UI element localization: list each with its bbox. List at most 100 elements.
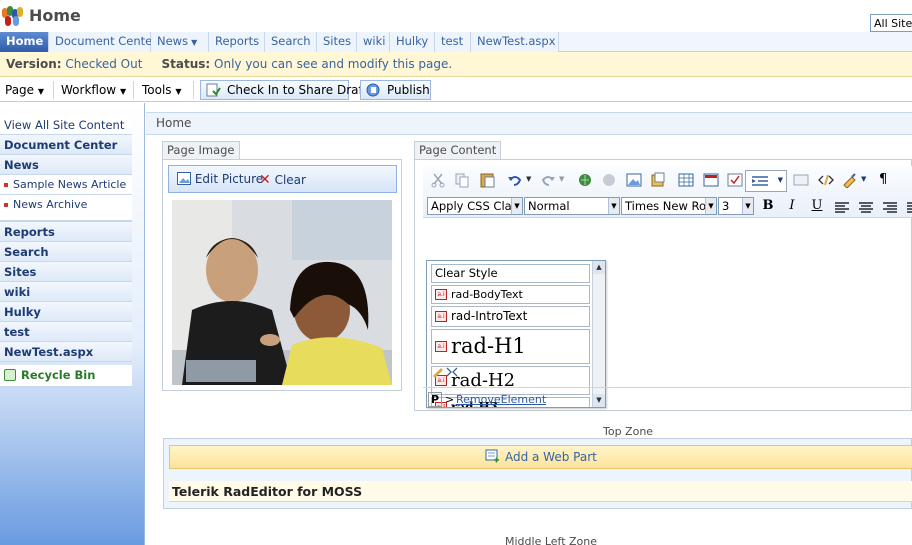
paste-icon[interactable] (479, 172, 497, 188)
view-all-site-content-link[interactable]: View All Site Content (0, 115, 132, 135)
publish-button[interactable]: Publish (360, 80, 431, 100)
sidebar-item-news[interactable]: News (0, 155, 132, 175)
css-class-value: Apply CSS Class (431, 199, 523, 213)
status-tag-p[interactable]: P (428, 392, 443, 407)
paragraph-icon[interactable]: ¶ (879, 172, 887, 187)
sidebar-item-reports[interactable]: Reports (0, 222, 132, 242)
toolbar-divider (53, 81, 54, 99)
css-item-label: rad-H1 (451, 334, 526, 358)
sidebar-item-news-archive[interactable]: News Archive (0, 195, 132, 222)
tab-search[interactable]: Search (265, 32, 317, 52)
dropdown-scrollbar[interactable]: ▲ ▼ (592, 261, 605, 407)
font-size-dropdown[interactable]: 3 ▼ (718, 197, 754, 215)
sidebar-item-search[interactable]: Search (0, 242, 132, 262)
status-label: Status: (161, 57, 211, 71)
recycle-bin-link[interactable]: Recycle Bin (0, 365, 132, 387)
clear-image-button[interactable]: ✕ Clear (259, 172, 306, 188)
image-manager-icon[interactable] (625, 172, 643, 188)
breadcrumb[interactable]: Home (156, 116, 191, 130)
remove-link-icon[interactable] (600, 172, 618, 188)
tab-document-center[interactable]: Document Center (49, 32, 157, 52)
css-item-rad-bodytext[interactable]: a.i rad-BodyText (431, 285, 590, 304)
quick-launch: View All Site Content Document Center Ne… (0, 103, 145, 545)
css-item-rad-introtext[interactable]: a.i rad-IntroText (431, 306, 590, 327)
check-in-label: Check In to Share Draft (227, 83, 368, 97)
page-image-label: Page Image (162, 141, 240, 159)
align-right-icon[interactable] (881, 200, 899, 216)
sidebar-item-document-center[interactable]: Document Center (0, 135, 132, 155)
toolbar-divider (193, 81, 194, 99)
redo-dropdown-chevron-icon[interactable]: ▼ (559, 175, 564, 183)
page-menu[interactable]: Page ▼ (5, 80, 44, 100)
paragraph-style-button[interactable]: ▼ (745, 170, 787, 192)
tab-home[interactable]: Home (0, 32, 49, 52)
horizontal-rule-icon[interactable] (792, 172, 810, 188)
page-image-photo[interactable] (172, 200, 392, 385)
cut-icon[interactable] (429, 172, 447, 188)
align-left-icon[interactable] (833, 200, 851, 216)
tab-test[interactable]: test (435, 32, 471, 52)
css-class-dropdown-list: Clear Style a.i rad-BodyText a.i rad-Int… (426, 260, 606, 408)
recycle-bin-label: Recycle Bin (21, 368, 96, 382)
middle-left-zone-label: Middle Left Zone (505, 535, 598, 545)
bold-icon[interactable]: B (759, 198, 777, 213)
paragraph-style-value: Normal (528, 199, 570, 213)
web-part-title: Telerik RadEditor for MOSS (169, 481, 912, 502)
tab-wiki[interactable]: wiki (357, 32, 390, 52)
css-item-rad-h1[interactable]: a.i rad-H1 (431, 329, 590, 364)
redo-icon[interactable] (539, 172, 557, 188)
insert-form-icon[interactable] (702, 172, 720, 188)
css-style-icon: a.i (435, 289, 447, 300)
css-style-icon: a.i (435, 311, 447, 322)
align-center-icon[interactable] (857, 200, 875, 216)
css-item-clear-style[interactable]: Clear Style (431, 264, 590, 283)
font-name-value: Times New Roma (625, 199, 717, 213)
design-mode-icon[interactable] (431, 364, 461, 378)
remove-element-link[interactable]: RemoveElement (456, 393, 546, 406)
tab-hulky[interactable]: Hulky (390, 32, 435, 52)
format-stripper-chevron-icon[interactable]: ▼ (861, 175, 866, 183)
status-value: Only you can see and modify this page. (214, 57, 453, 71)
sidebar-item-wiki[interactable]: wiki (0, 282, 132, 302)
sidebar-item-sites[interactable]: Sites (0, 262, 132, 282)
version-label: Version: (6, 57, 62, 71)
add-web-part-button[interactable]: Add a Web Part (169, 445, 912, 469)
chevron-down-icon: ▼ (777, 176, 783, 184)
rad-editor-toolbar: ▼ ▼ ▼ ▼ ¶ Apply CSS Class ▼ Normal ▼ Tim… (423, 166, 912, 218)
site-scope-select[interactable]: All Sites (870, 14, 912, 32)
copy-icon[interactable] (453, 172, 471, 188)
top-zone-label: Top Zone (603, 425, 654, 438)
html-view-icon[interactable] (817, 172, 835, 188)
tools-menu[interactable]: Tools ▼ (142, 80, 182, 100)
paragraph-style-dropdown[interactable]: Normal ▼ (524, 197, 620, 215)
font-name-dropdown[interactable]: Times New Roma ▼ (621, 197, 717, 215)
edit-picture-button[interactable]: Edit Picture (177, 172, 263, 186)
tab-newtest[interactable]: NewTest.aspx (471, 32, 559, 52)
sidebar-item-test[interactable]: test (0, 322, 132, 342)
template-icon[interactable] (726, 172, 744, 188)
title-bar: Home All Sites (0, 0, 912, 32)
sidebar-item-sample-news-article[interactable]: Sample News Article (0, 175, 132, 195)
image-toolbar: Edit Picture ✕ Clear (168, 165, 397, 193)
scroll-up-icon[interactable]: ▲ (593, 261, 605, 274)
tab-reports[interactable]: Reports (209, 32, 265, 52)
justify-icon[interactable] (905, 200, 912, 216)
underline-icon[interactable]: U (808, 198, 826, 213)
undo-icon[interactable] (506, 172, 524, 188)
check-in-button[interactable]: Check In to Share Draft (200, 80, 367, 100)
sidebar-item-newtest[interactable]: NewTest.aspx (0, 342, 132, 362)
editor-status-bar: P > RemoveElement (423, 387, 912, 409)
sidebar-item-hulky[interactable]: Hulky (0, 302, 132, 322)
format-stripper-icon[interactable] (841, 172, 859, 188)
insert-table-icon[interactable] (677, 172, 695, 188)
workflow-menu[interactable]: Workflow ▼ (61, 80, 126, 100)
undo-dropdown-chevron-icon[interactable]: ▼ (526, 175, 531, 183)
document-manager-icon[interactable] (649, 172, 667, 188)
italic-icon[interactable]: I (783, 198, 801, 213)
css-item-label: rad-IntroText (451, 309, 528, 323)
hyperlink-icon[interactable] (576, 172, 594, 188)
tab-news[interactable]: News ▼ (151, 32, 209, 52)
apply-css-class-dropdown[interactable]: Apply CSS Class ▼ (427, 197, 523, 215)
main-content: Home Page Image Edit Picture ✕ Clear Pag… (146, 103, 912, 545)
tab-sites[interactable]: Sites (317, 32, 357, 52)
